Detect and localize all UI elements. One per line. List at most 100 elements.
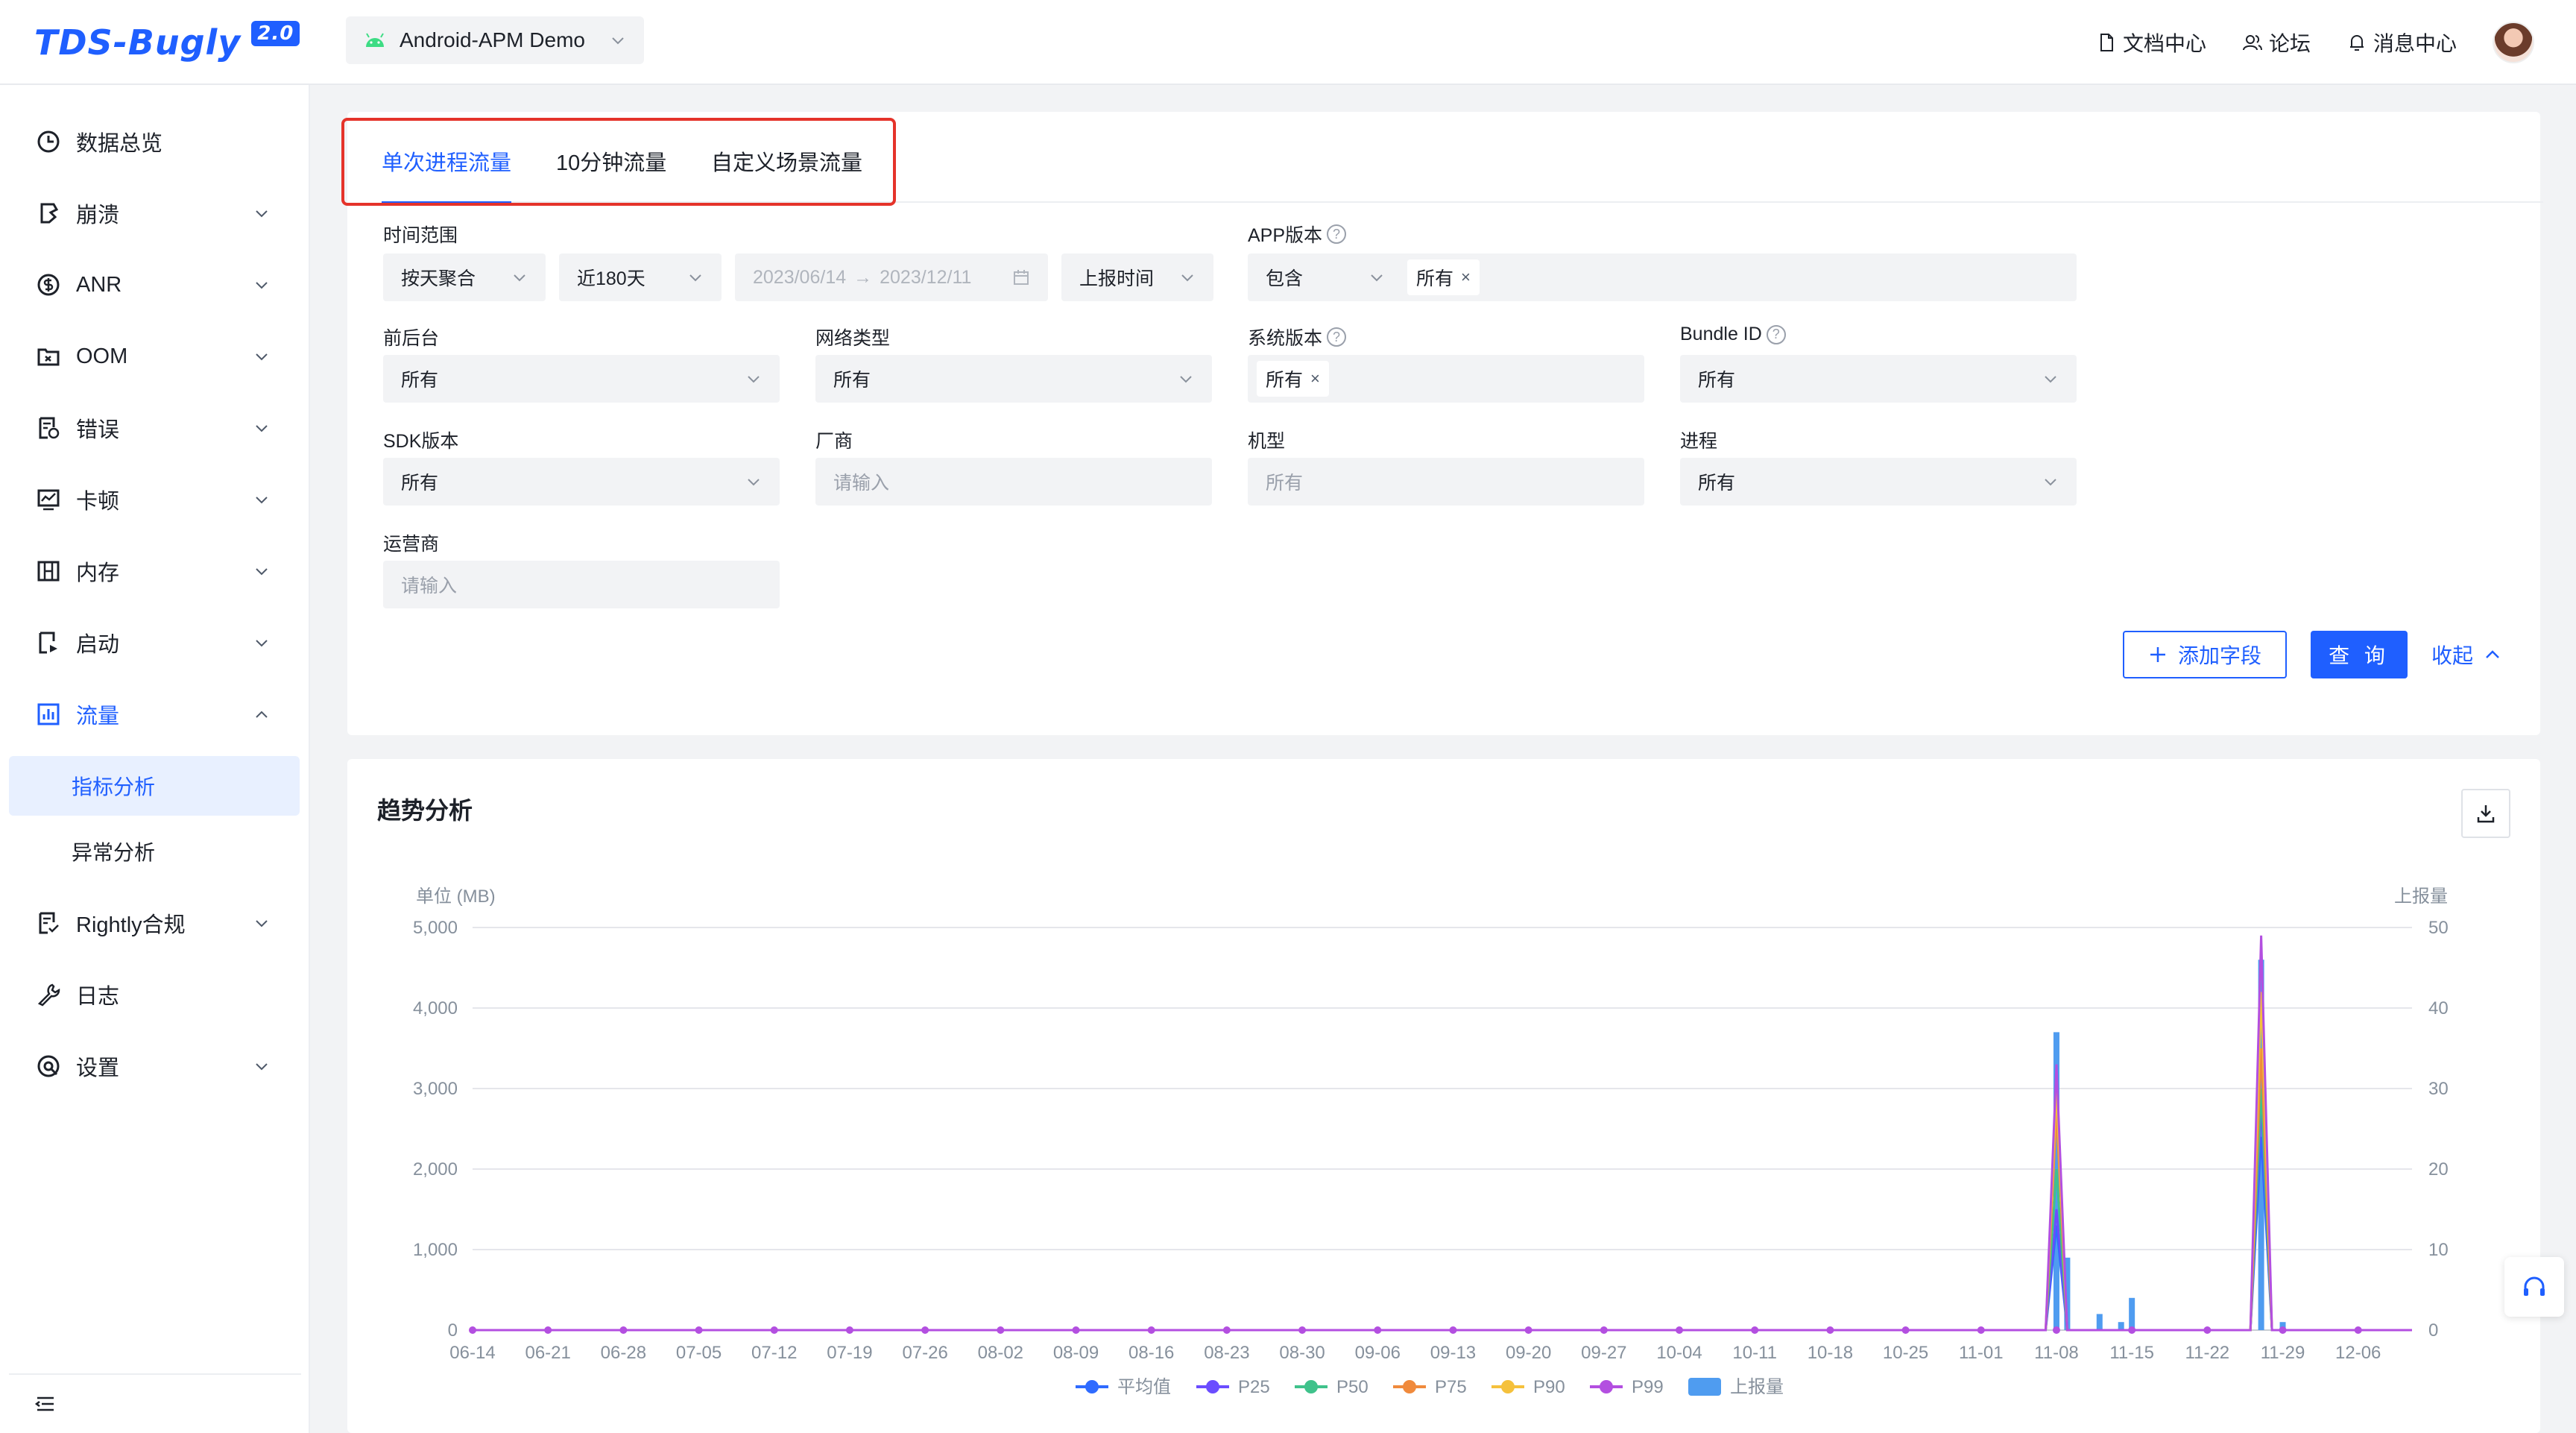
wrench-icon [37, 983, 60, 1007]
traffic-tabs: 单次进程流量 10分钟流量 自定义场景流量 [382, 119, 2543, 204]
aggregation-select[interactable]: 按天聚合 [383, 253, 546, 301]
sidebar-item-anr[interactable]: ANR [0, 249, 309, 321]
sidebar: 数据总览 崩溃 ANR OOM 错误 卡顿 内存 启动 流量 指标分析 异常分析… [0, 85, 310, 1433]
sidebar-collapse-button[interactable] [9, 1373, 301, 1433]
x-tick-label: 09-06 [1355, 1343, 1401, 1363]
x-tick-label: 08-02 [978, 1343, 1023, 1363]
forum-icon [2242, 35, 2262, 51]
series-point [1600, 1326, 1608, 1334]
tab-ten-minute-traffic[interactable]: 10分钟流量 [556, 119, 666, 203]
foreground-select[interactable]: 所有 [383, 355, 780, 403]
os-version-select[interactable]: 所有 × [1248, 355, 1644, 403]
calendar-icon [1014, 270, 1029, 285]
sidebar-item-crash[interactable]: 崩溃 [0, 177, 309, 249]
tab-custom-scene-traffic[interactable]: 自定义场景流量 [711, 119, 862, 203]
help-icon[interactable]: ? [1766, 324, 1786, 344]
help-icon[interactable]: ? [1327, 224, 1347, 244]
sidebar-item-error[interactable]: 错误 [0, 392, 309, 464]
forum-link[interactable]: 论坛 [2242, 28, 2311, 57]
time-type-select[interactable]: 上报时间 [1061, 253, 1213, 301]
docs-link[interactable]: 文档中心 [2096, 28, 2206, 57]
date-range-picker[interactable]: 2023/06/14 → 2023/12/11 [735, 253, 1048, 301]
foreground-label: 前后台 [383, 324, 439, 350]
model-input[interactable]: 所有 [1248, 458, 1644, 506]
tab-label: 单次进程流量 [382, 151, 512, 175]
series-point [1222, 1326, 1231, 1334]
series-point [544, 1326, 552, 1334]
sidebar-subitem-metric-analysis[interactable]: 指标分析 [9, 756, 300, 816]
left-tick-label: 1,000 [413, 1240, 458, 1260]
sidebar-item-memory[interactable]: 内存 [0, 535, 309, 607]
os-version-tag[interactable]: 所有 × [1257, 361, 1329, 397]
legend-swatch-dot [1206, 1380, 1219, 1393]
plus-icon [2150, 647, 2165, 662]
sdk-version-select[interactable]: 所有 [383, 458, 780, 506]
brand-name: TDS-Bugly [34, 22, 242, 63]
left-tick-label: 0 [448, 1320, 458, 1341]
sidebar-item-compliance[interactable]: Rightly合规 [0, 887, 309, 959]
time-preset-select[interactable]: 近180天 [559, 253, 722, 301]
tag-text: 所有 [1416, 268, 1454, 289]
sidebar-item-traffic[interactable]: 流量 [0, 678, 309, 750]
legend-swatch-dot [1304, 1380, 1318, 1393]
trend-chart[interactable]: 单位 (MB) 上报量 0 1,000 2,000 3,000 4,000 5,000 0 10 2… [347, 759, 2540, 1433]
chevron-down-icon [256, 497, 268, 504]
x-tick-label: 08-30 [1279, 1343, 1325, 1363]
sidebar-subitem-anomaly-analysis[interactable]: 异常分析 [9, 822, 300, 881]
carrier-label: 运营商 [383, 529, 439, 556]
collapse-filters-button[interactable]: 收起 [2431, 631, 2501, 678]
preset-value: 近180天 [577, 268, 645, 289]
series-point [1751, 1326, 1759, 1334]
sidebar-item-logs[interactable]: 日志 [0, 959, 309, 1030]
legend-label: 平均值 [1117, 1377, 1171, 1397]
customer-support-button[interactable] [2504, 1257, 2564, 1317]
x-tick-label: 07-26 [902, 1343, 947, 1363]
carrier-input[interactable]: 请输入 [383, 561, 780, 608]
add-field-button[interactable]: 添加字段 [2123, 631, 2287, 678]
help-icon[interactable]: ? [1327, 327, 1347, 347]
sidebar-item-overview[interactable]: 数据总览 [0, 106, 309, 177]
tab-single-process-traffic[interactable]: 单次进程流量 [382, 119, 512, 204]
date-arrow: → [853, 266, 873, 288]
chevron-down-icon [256, 568, 268, 576]
app-version-tag[interactable]: 所有 × [1407, 259, 1480, 295]
query-button[interactable]: 查 询 [2311, 631, 2408, 678]
app-version-operator[interactable]: 包含 [1266, 264, 1385, 291]
series-point [2128, 1326, 2136, 1334]
close-icon[interactable]: × [1310, 369, 1320, 388]
chevron-down-icon [514, 274, 525, 282]
bundle-id-select[interactable]: 所有 [1680, 355, 2077, 403]
user-avatar[interactable] [2493, 22, 2534, 63]
model-placeholder: 所有 [1266, 473, 1304, 494]
vendor-input[interactable]: 请输入 [815, 458, 1212, 506]
app-version-filter[interactable]: 包含 所有 × [1248, 253, 2077, 301]
right-tick-label: 20 [2428, 1159, 2449, 1180]
legend-label: P50 [1336, 1377, 1368, 1397]
sidebar-item-settings[interactable]: 设置 [0, 1030, 309, 1102]
sidebar-subitem-label: 指标分析 [72, 775, 156, 799]
close-icon[interactable]: × [1461, 268, 1471, 287]
legend-label: P25 [1238, 1377, 1270, 1397]
sidebar-item-launch[interactable]: 启动 [0, 607, 309, 678]
x-tick-label: 07-05 [676, 1343, 722, 1363]
network-type-select[interactable]: 所有 [815, 355, 1212, 403]
brand-version-badge: 2.0 [251, 21, 300, 46]
messages-link-label: 消息中心 [2373, 32, 2457, 55]
left-tick-label: 2,000 [413, 1159, 458, 1180]
oom-icon [37, 348, 60, 366]
operator-value: 包含 [1266, 268, 1304, 289]
app-selector[interactable]: Android-APM Demo [346, 16, 644, 64]
sidebar-item-lag[interactable]: 卡顿 [0, 464, 309, 535]
brand-logo[interactable]: TDS-Bugly 2.0 [34, 19, 300, 66]
process-select[interactable]: 所有 [1680, 458, 2077, 506]
series-point [1147, 1326, 1155, 1334]
time-type-value: 上报时间 [1079, 268, 1155, 289]
messages-link[interactable]: 消息中心 [2346, 28, 2457, 57]
legend-label: P75 [1435, 1377, 1467, 1397]
chevron-down-icon [256, 640, 268, 647]
query-label: 查 询 [2329, 644, 2390, 667]
sidebar-item-label: 流量 [76, 705, 120, 728]
right-tick-label: 30 [2428, 1079, 2449, 1099]
sidebar-item-oom[interactable]: OOM [0, 321, 309, 392]
chevron-down-icon [256, 282, 268, 289]
